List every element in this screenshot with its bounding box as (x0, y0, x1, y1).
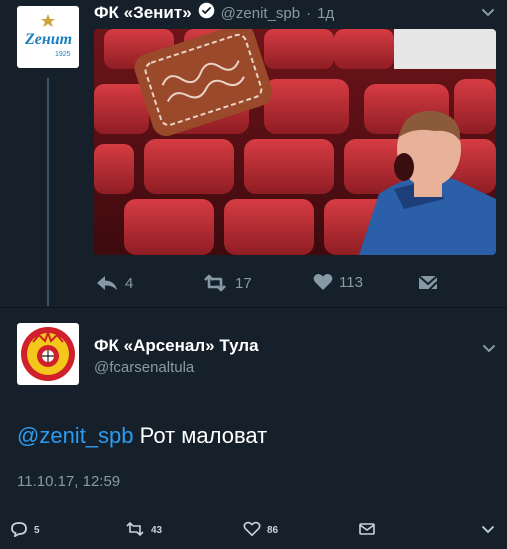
zenit-logo-year: 1925 (55, 51, 71, 58)
chevron-down-icon[interactable] (481, 340, 497, 361)
retweet-icon (201, 273, 229, 293)
tweet2-timestamp[interactable]: 11.10.17, 12:59 (17, 473, 120, 490)
tweet1-like-action[interactable]: 113 (313, 273, 363, 291)
arsenal-logo (21, 327, 75, 381)
tweet1-like-count: 113 (339, 273, 363, 291)
tweet2-retweet-count: 43 (151, 525, 163, 536)
tweet2-dm-action[interactable] (358, 521, 376, 540)
divider (0, 307, 507, 308)
tweet2-author-name[interactable]: ФК «Арсенал» Тула (94, 336, 259, 356)
tweet2-body: Рот маловат (133, 423, 268, 448)
tweet2-like-action[interactable]: 86 (243, 521, 278, 540)
chevron-down-icon[interactable] (480, 4, 496, 25)
tweet2-mention-link[interactable]: @zenit_spb (17, 423, 134, 448)
tweet2-reply-count: 5 (34, 525, 40, 536)
tweet1-separator: · (306, 4, 312, 22)
tweet1-retweet-count: 17 (235, 274, 252, 292)
tweet1-media-image[interactable] (94, 29, 496, 255)
arsenal-avatar[interactable] (17, 323, 79, 385)
tweet2-text: @zenit_spb Рот маловат (17, 423, 267, 449)
tweet1-author-name[interactable]: ФК «Зенит» (94, 3, 192, 23)
retweet-icon (125, 521, 145, 540)
zenit-avatar[interactable]: Zенит 1925 (17, 6, 79, 68)
tweet1-retweet-action[interactable]: 17 (201, 273, 252, 293)
zenit-logo-text: Zенит (25, 31, 73, 48)
verified-badge-icon (198, 2, 215, 24)
reply-icon (10, 521, 28, 540)
stadium-photo (94, 29, 496, 255)
tweet1-reply-action[interactable]: 4 (95, 273, 133, 293)
tweet1-dm-action[interactable] (417, 273, 439, 293)
tweet1-reply-count: 4 (125, 274, 134, 292)
like-icon (243, 521, 261, 540)
chevron-down-icon[interactable] (479, 521, 497, 542)
envelope-icon (358, 521, 376, 540)
dm-icon (417, 273, 439, 293)
tweet2-reply-action[interactable]: 5 (10, 521, 40, 540)
thread-line (47, 78, 49, 306)
reply-icon (95, 273, 119, 293)
tweet2-like-count: 86 (267, 525, 279, 536)
tweet1-time[interactable]: 1д (317, 5, 334, 22)
tweet2-handle[interactable]: @fcarsenaltula (94, 359, 194, 376)
like-icon (313, 273, 333, 291)
tweet1-handle[interactable]: @zenit_spb (221, 5, 300, 22)
tweet2-retweet-action[interactable]: 43 (125, 521, 162, 540)
tweet1-header: ФК «Зенит» @zenit_spb · 1д (94, 2, 334, 24)
